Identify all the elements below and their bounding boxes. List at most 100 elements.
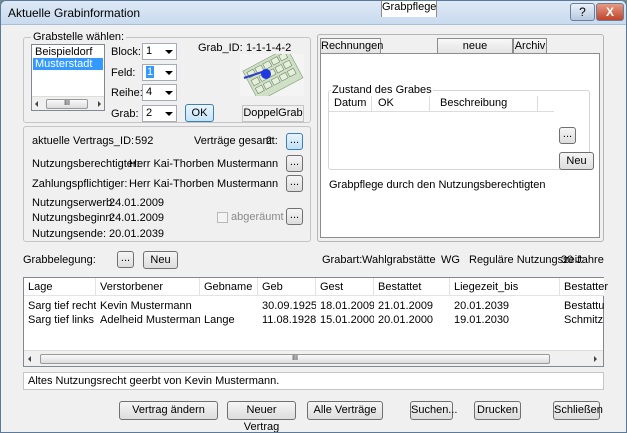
tab-archiv[interactable]: Archiv: [513, 38, 547, 54]
col-ok[interactable]: OK: [378, 97, 394, 109]
reihe-value: 4: [146, 86, 153, 98]
vertraege-list-button[interactable]: ...: [286, 133, 303, 150]
grabstelle-group-label: Grabstelle wählen:: [31, 31, 127, 43]
close-window-button[interactable]: X: [596, 3, 624, 21]
vertrags-id-label: aktuelle Vertrags_ID:: [32, 135, 135, 147]
feld-label: Feld:: [111, 67, 136, 79]
grab-value: 2: [146, 107, 153, 119]
cell-bestatter: Schmitz u: [564, 314, 604, 326]
abgeraeumt-details-button[interactable]: ...: [286, 208, 303, 225]
col-lage[interactable]: Lage: [24, 278, 96, 296]
neuer-vertrag-button[interactable]: Neuer Vertrag: [227, 401, 296, 432]
zustand-details-button[interactable]: ...: [559, 127, 576, 144]
cemetery-listbox[interactable]: Beispieldorf Musterstadt III: [31, 44, 105, 111]
chevron-down-icon: [165, 71, 173, 75]
suchen-button[interactable]: Suchen...: [410, 401, 457, 420]
scroll-left-icon[interactable]: [35, 101, 38, 107]
scroll-left-icon[interactable]: [28, 356, 31, 362]
zahlungspflichtiger-value: Herr Kai-Thorben Mustermann: [129, 178, 279, 190]
help-button[interactable]: ?: [570, 3, 595, 21]
reihe-label: Reihe:: [111, 87, 143, 99]
zustand-group-label: Zustand des Grabes: [331, 84, 433, 96]
window-title: Aktuelle Grabinformation: [8, 6, 141, 20]
nutzungsbeginn-value: 24.01.2009: [109, 212, 165, 224]
grabart-label: Grabart:: [322, 254, 363, 266]
grabart-value: Wahlgrabstätte: [362, 254, 436, 266]
schliessen-button[interactable]: Schließen: [553, 401, 603, 420]
tab-neue-dokumente[interactable]: neue Dokumente: [437, 38, 513, 66]
grave-marker-icon: [261, 69, 271, 79]
vertrags-id-value: 592: [135, 135, 154, 147]
nutzungsberechtigter-label: Nutzungsberechtigter:: [32, 158, 140, 170]
col-geb[interactable]: Geb: [258, 278, 316, 296]
col-gebname[interactable]: Gebname: [200, 278, 258, 296]
grave-map-thumbnail: [240, 54, 304, 96]
scroll-thumb[interactable]: III: [40, 354, 550, 364]
grab-id-label: Grab_ID:: [198, 42, 243, 54]
feld-select[interactable]: 1: [142, 64, 177, 81]
grab-id-value: 1-1-1-4-2: [246, 42, 292, 54]
zustand-table-header: Datum OK Beschreibung: [329, 96, 554, 112]
tab-rechnungen[interactable]: Rechnungen: [320, 38, 383, 54]
grab-select[interactable]: 2: [142, 105, 177, 122]
scroll-right-icon[interactable]: [594, 356, 597, 362]
grabbelegung-neu-button[interactable]: Neu: [143, 251, 178, 269]
cell-verstorbener: Adelheid Mustermann: [100, 314, 200, 326]
grabbelegung-label: Grabbelegung:: [23, 254, 96, 266]
cemetery-item-beispieldorf[interactable]: Beispieldorf: [33, 46, 103, 58]
ok-button[interactable]: OK: [185, 104, 214, 122]
nutzungsberechtigter-edit-button[interactable]: ...: [286, 155, 303, 172]
nutzungserwerb-label: Nutzungserwerb:: [32, 197, 116, 209]
col-liegezeit-bis[interactable]: Liegezeit_bis: [450, 278, 560, 296]
zahlungspflichtiger-label: Zahlungspflichtiger:: [32, 178, 128, 190]
col-datum[interactable]: Datum: [334, 97, 366, 109]
zahlungspflichtiger-edit-button[interactable]: ...: [286, 175, 303, 192]
grabpflege-note-field[interactable]: Grabpflege durch den Nutzungsberechtigte…: [320, 176, 600, 238]
grab-label: Grab:: [111, 108, 139, 120]
cell-gebname: [204, 299, 258, 313]
nutzungserwerb-value: 24.01.2009: [109, 197, 165, 209]
col-gest[interactable]: Gest: [316, 278, 374, 296]
cell-bestatter: Bestattun: [564, 300, 604, 312]
cemetery-hscrollbar[interactable]: III: [32, 96, 104, 110]
cell-liegezeit-bis: 20.01.2039: [454, 300, 510, 312]
drucken-button[interactable]: Drucken: [474, 401, 521, 420]
cemetery-item-musterstadt[interactable]: Musterstadt: [33, 58, 103, 70]
belegung-hscrollbar[interactable]: III: [24, 350, 603, 366]
vertraege-gesamt-value: 2: [266, 135, 273, 147]
tab-grabpflege[interactable]: Grabpflege: [381, 1, 437, 17]
cell-geb: 11.08.1928: [262, 314, 316, 326]
zustand-neu-button[interactable]: Neu: [559, 152, 594, 170]
grabinformation-window: Aktuelle Grabinformation ? X Grabstelle …: [0, 0, 627, 433]
table-row[interactable]: Sarg tief links Adelheid Mustermann Lang…: [24, 313, 604, 327]
cell-bestattet: 20.01.2000: [378, 314, 434, 326]
col-bestattet[interactable]: Bestattet: [374, 278, 450, 296]
vertrag-aendern-button[interactable]: Vertrag ändern: [119, 401, 218, 420]
title-bar[interactable]: Aktuelle Grabinformation ? X: [1, 1, 626, 25]
cell-gebname: Lange: [204, 314, 235, 326]
reihe-select[interactable]: 4: [142, 84, 177, 101]
cell-lage: Sarg tief rechts: [28, 300, 96, 312]
belegung-status-text: Altes Nutzungsrecht geerbt von Kevin Mus…: [23, 372, 604, 390]
grabpflege-panel: Zustand des Grabes Datum OK Beschreibung…: [320, 53, 600, 177]
cell-geb: 30.09.1925: [262, 300, 316, 312]
cell-gest: 15.01.2000: [320, 314, 374, 326]
grabbelegung-details-button[interactable]: ...: [117, 251, 134, 268]
col-beschreibung[interactable]: Beschreibung: [440, 97, 507, 109]
grabpflege-note-text: Grabpflege durch den Nutzungsberechtigte…: [329, 179, 546, 191]
cell-liegezeit-bis: 19.01.2030: [454, 314, 510, 326]
nutzungsende-value: 20.01.2039: [109, 228, 165, 240]
col-verstorbener[interactable]: Verstorbener: [96, 278, 200, 296]
chevron-down-icon: [165, 50, 173, 54]
scroll-thumb[interactable]: III: [46, 99, 88, 109]
block-select[interactable]: 1: [142, 43, 177, 60]
col-bestatter[interactable]: Bestatter: [560, 278, 608, 296]
cell-lage: Sarg tief links: [28, 314, 95, 326]
alle-vertraege-button[interactable]: Alle Verträge: [307, 401, 383, 420]
table-row[interactable]: Sarg tief rechts Kevin Mustermann 30.09.…: [24, 299, 604, 313]
chevron-down-icon: [165, 112, 173, 116]
abgeraeumt-checkbox[interactable]: [217, 212, 228, 223]
scroll-right-icon[interactable]: [98, 101, 101, 107]
belegung-table[interactable]: Lage Verstorbener Gebname Geb Gest Besta…: [23, 277, 608, 367]
nutzungsberechtigter-value: Herr Kai-Thorben Mustermann: [129, 158, 279, 170]
